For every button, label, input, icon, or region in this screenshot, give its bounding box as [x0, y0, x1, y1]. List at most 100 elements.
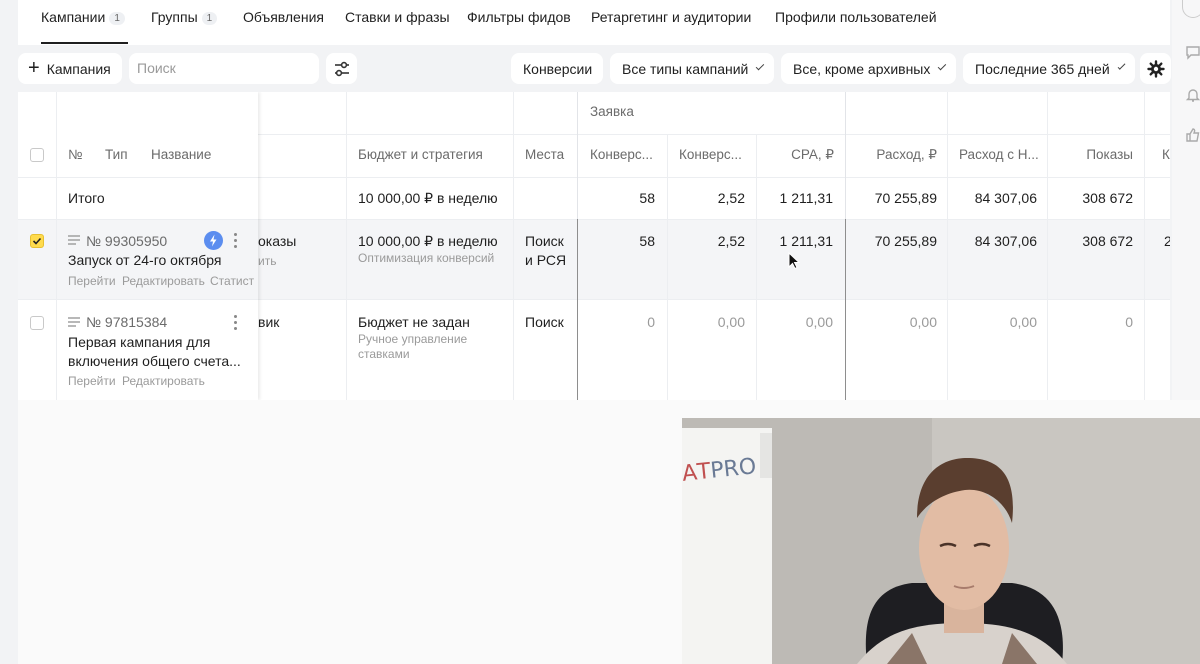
total-cpa: 1 211,31 [779, 190, 833, 206]
tab-user-profiles[interactable]: Профили пользователей [775, 9, 937, 25]
row-places: Поиск [525, 314, 564, 330]
tab-bar: Кампании 1 Группы 1 Объявления Ставки и фр… [18, 0, 1170, 45]
total-spend-vat: 84 307,06 [974, 190, 1037, 206]
divider [667, 134, 668, 400]
column-header-type[interactable]: Тип [105, 147, 128, 162]
divider [18, 177, 258, 178]
row-conversions: 58 [639, 233, 655, 249]
row-budget: Бюджет не задан [358, 314, 470, 330]
frozen-columns: № Тип Название Итого № 99305950 Запуск о… [18, 92, 258, 400]
column-header-name[interactable]: Название [151, 147, 211, 162]
column-group-header: Заявка [590, 104, 634, 119]
filter-settings-button[interactable] [326, 53, 357, 84]
tab-retargeting[interactable]: Ретаргетинг и аудитории [591, 9, 751, 25]
type-subtext: ить [258, 254, 277, 268]
campaign-number: № 97815384 [86, 314, 168, 330]
row-strategy: ставками [358, 347, 410, 361]
type-cell: вик [258, 314, 280, 330]
campaign-name-link[interactable]: Первая кампания для [68, 334, 210, 350]
more-vertical-icon[interactable] [233, 314, 239, 330]
row-conversions: 0 [647, 314, 655, 330]
divider [258, 134, 1170, 135]
type-cell: оказы [258, 233, 297, 249]
edit-link[interactable]: Редактировать [122, 274, 205, 288]
tab-ads[interactable]: Объявления [243, 9, 324, 25]
divider [346, 92, 347, 400]
row-checkbox[interactable] [30, 234, 44, 248]
row-checkbox[interactable] [30, 316, 44, 330]
divider [513, 92, 514, 400]
chevron-down-icon [756, 61, 765, 70]
period-select[interactable]: Последние 365 дней [963, 53, 1135, 84]
row-spend: 0,00 [909, 314, 937, 330]
total-budget: 10 000,00 ₽ в неделю [358, 190, 498, 206]
bell-icon[interactable] [1185, 87, 1200, 103]
mouse-cursor-icon [788, 252, 800, 270]
campaign-type-icon [68, 235, 80, 245]
total-spend: 70 255,89 [874, 190, 937, 206]
table-settings-button[interactable] [1140, 53, 1171, 84]
divider [56, 92, 57, 400]
row-more: 2 [1164, 233, 1170, 249]
select-all-checkbox[interactable] [30, 148, 44, 162]
row-spend: 70 255,89 [874, 233, 937, 249]
column-header-budget[interactable]: Бюджет и стратегия [358, 147, 483, 162]
add-campaign-button[interactable]: + Кампания [18, 53, 122, 84]
avatar[interactable] [1182, 0, 1200, 18]
search-input[interactable]: Поиск [129, 53, 319, 84]
tab-count-badge: 1 [201, 12, 218, 25]
more-vertical-icon[interactable] [233, 232, 239, 248]
check-icon [32, 237, 42, 245]
right-sidebar [1172, 0, 1200, 420]
row-conversion-rate: 2,52 [717, 233, 745, 249]
column-header-conversion-rate[interactable]: Конверс... [679, 147, 742, 162]
plus-icon: + [28, 56, 40, 79]
tab-bids-phrases[interactable]: Ставки и фразы [345, 9, 450, 25]
sliders-icon [334, 61, 349, 76]
go-link[interactable]: Перейти [68, 274, 116, 288]
row-cpa: 0,00 [805, 314, 833, 330]
go-link[interactable]: Перейти [68, 374, 116, 388]
divider [18, 219, 258, 220]
gear-icon [1146, 59, 1165, 78]
row-places: и РСЯ [525, 252, 567, 268]
total-conversions: 58 [639, 190, 655, 206]
total-impressions: 308 672 [1082, 190, 1133, 206]
campaign-name-link[interactable]: Запуск от 24-го октября [68, 252, 221, 268]
column-header-cpa[interactable]: CPA, ₽ [756, 147, 834, 163]
divider [756, 134, 757, 400]
campaign-number: № 99305950 [86, 233, 168, 249]
edit-link[interactable]: Редактировать [122, 374, 205, 388]
tab-count-badge: 1 [109, 12, 125, 25]
active-tab-indicator [41, 42, 128, 44]
row-spend-vat: 0,00 [1009, 314, 1037, 330]
tab-groups[interactable]: Группы 1 [151, 9, 218, 25]
row-conversion-rate: 0,00 [717, 314, 745, 330]
column-header-spend[interactable]: Расход, ₽ [848, 147, 937, 163]
column-header-more[interactable]: К [1162, 147, 1170, 162]
archive-filter-select[interactable]: Все, кроме архивных [781, 53, 956, 84]
campaigns-table: Заявка Бюджет и стратегия Места Конверс.… [18, 92, 1170, 400]
campaign-types-select[interactable]: Все типы кампаний [610, 53, 774, 84]
row-strategy: Оптимизация конверсий [358, 251, 495, 265]
column-header-spend-vat[interactable]: Расход с Н... [959, 147, 1039, 162]
total-label: Итого [68, 190, 105, 206]
row-strategy: Ручное управление [358, 332, 468, 346]
chat-icon[interactable] [1185, 44, 1200, 60]
column-header-places[interactable]: Места [525, 147, 564, 162]
campaign-type-icon [68, 317, 80, 327]
conversions-button[interactable]: Конверсии [511, 53, 603, 84]
column-header-conversions[interactable]: Конверс... [590, 147, 653, 162]
campaign-name-link[interactable]: включения общего счета... [68, 353, 241, 369]
column-header-number[interactable]: № [68, 147, 82, 162]
column-header-impressions[interactable]: Показы [1048, 147, 1133, 162]
chevron-down-icon [938, 61, 947, 70]
row-spend-vat: 84 307,06 [974, 233, 1037, 249]
thumbs-up-icon[interactable] [1185, 127, 1200, 143]
tab-campaigns[interactable]: Кампании 1 [41, 9, 125, 25]
autostrategy-lightning-icon [204, 231, 223, 250]
stats-link[interactable]: Статист [210, 274, 258, 288]
total-conversion-rate: 2,52 [717, 190, 745, 206]
tab-feed-filters[interactable]: Фильтры фидов [467, 9, 571, 25]
divider [18, 299, 258, 300]
